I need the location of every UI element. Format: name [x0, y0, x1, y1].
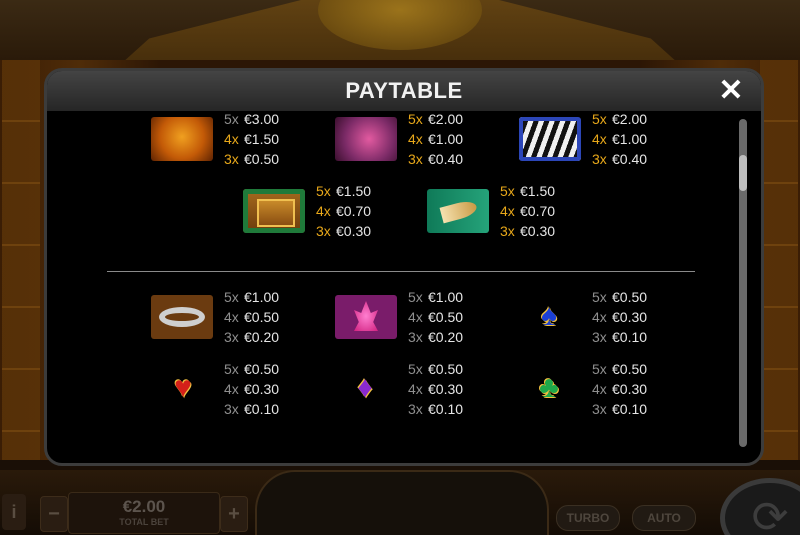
flamingo-icon	[335, 117, 397, 161]
spade-icon: ♠	[541, 299, 557, 332]
paytable-flamingo: 5x €2.00 4x €1.00 3x €0.40	[408, 111, 464, 167]
paytable-horn: 5x €1.50 4x €0.70 3x €0.30	[500, 183, 556, 239]
paytable-spade: 5x €0.50 4x €0.30 3x €0.10	[592, 289, 648, 345]
center-win-panel	[255, 470, 549, 535]
turbo-button[interactable]: TURBO	[556, 505, 620, 531]
section-divider	[107, 271, 695, 272]
info-button[interactable]: i	[2, 494, 26, 530]
bet-increase-button[interactable]: +	[220, 496, 248, 532]
bet-decrease-button[interactable]: −	[40, 496, 68, 532]
scrollbar-thumb[interactable]	[739, 155, 747, 191]
reel-column-left	[2, 60, 40, 460]
total-bet-value: €2.00	[122, 497, 166, 516]
paytable-modal: PAYTABLE ✕ 5x €3.00 4x €1.50 3x €0.50 5x €2.…	[44, 68, 764, 466]
total-bet-label: TOTAL BET	[119, 517, 169, 527]
lion-icon	[151, 117, 213, 161]
paytable-bracelet: 5x €1.00 4x €0.50 3x €0.20	[224, 289, 280, 345]
auto-button[interactable]: AUTO	[632, 505, 696, 531]
paytable-chest: 5x €1.50 4x €0.70 3x €0.30	[316, 183, 372, 239]
paytable-lotus: 5x €1.00 4x €0.50 3x €0.20	[408, 289, 464, 345]
horn-icon	[427, 189, 489, 233]
close-button[interactable]: ✕	[715, 75, 747, 107]
paytable-zebra: 5x €2.00 4x €1.00 3x €0.40	[592, 111, 648, 167]
modal-title: PAYTABLE	[345, 78, 463, 103]
spin-arrows-icon: ⟳	[751, 493, 789, 535]
paytable-heart: 5x €0.50 4x €0.30 3x €0.10	[224, 361, 280, 417]
diamond-icon: ♦	[357, 371, 373, 404]
paytable-lion: 5x €3.00 4x €1.50 3x €0.50	[224, 111, 280, 167]
club-icon: ♣	[539, 371, 559, 404]
zebra-icon	[519, 117, 581, 161]
treasure-chest-icon	[243, 189, 305, 233]
total-bet-display: €2.00 TOTAL BET	[68, 492, 220, 534]
heart-icon: ♥	[174, 371, 192, 404]
paytable-club: 5x €0.50 4x €0.30 3x €0.10	[592, 361, 648, 417]
reel-column-right	[760, 60, 798, 460]
paytable-diamond: 5x €0.50 4x €0.30 3x €0.10	[408, 361, 464, 417]
bracelet-icon	[151, 295, 213, 339]
close-icon: ✕	[718, 74, 744, 107]
modal-header: PAYTABLE ✕	[47, 71, 761, 111]
lotus-icon	[335, 295, 397, 339]
